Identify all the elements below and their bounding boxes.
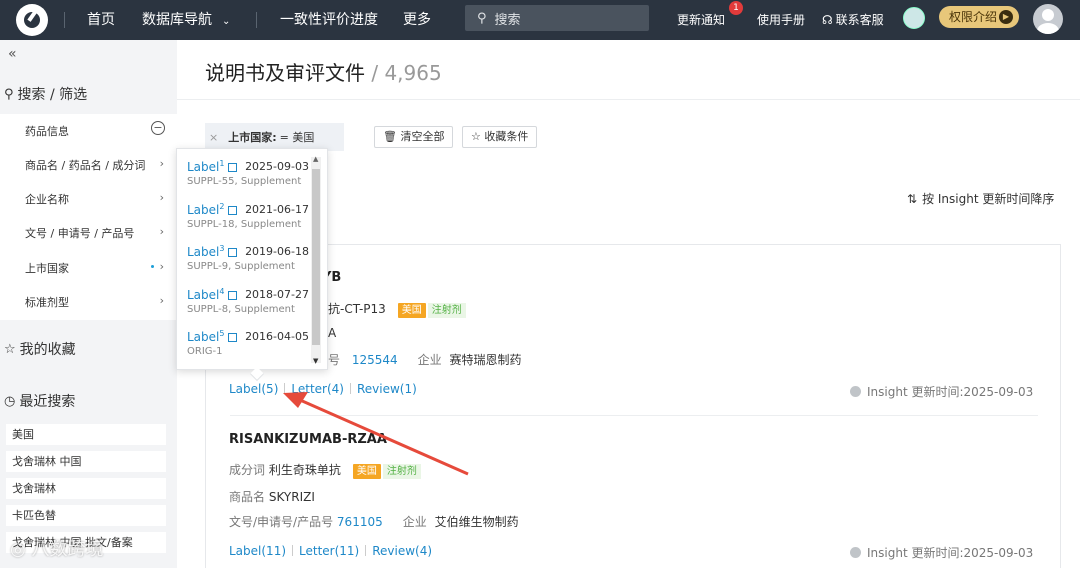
annotation-arrow-head <box>283 392 308 408</box>
annotation-arrow <box>283 392 469 476</box>
watermark-logo-icon: ◎ <box>10 539 26 560</box>
watermark: ◎ 八数跨境 <box>10 535 103 561</box>
annotation-arrow-shaft <box>299 398 469 476</box>
watermark-text: 八数跨境 <box>31 539 104 560</box>
